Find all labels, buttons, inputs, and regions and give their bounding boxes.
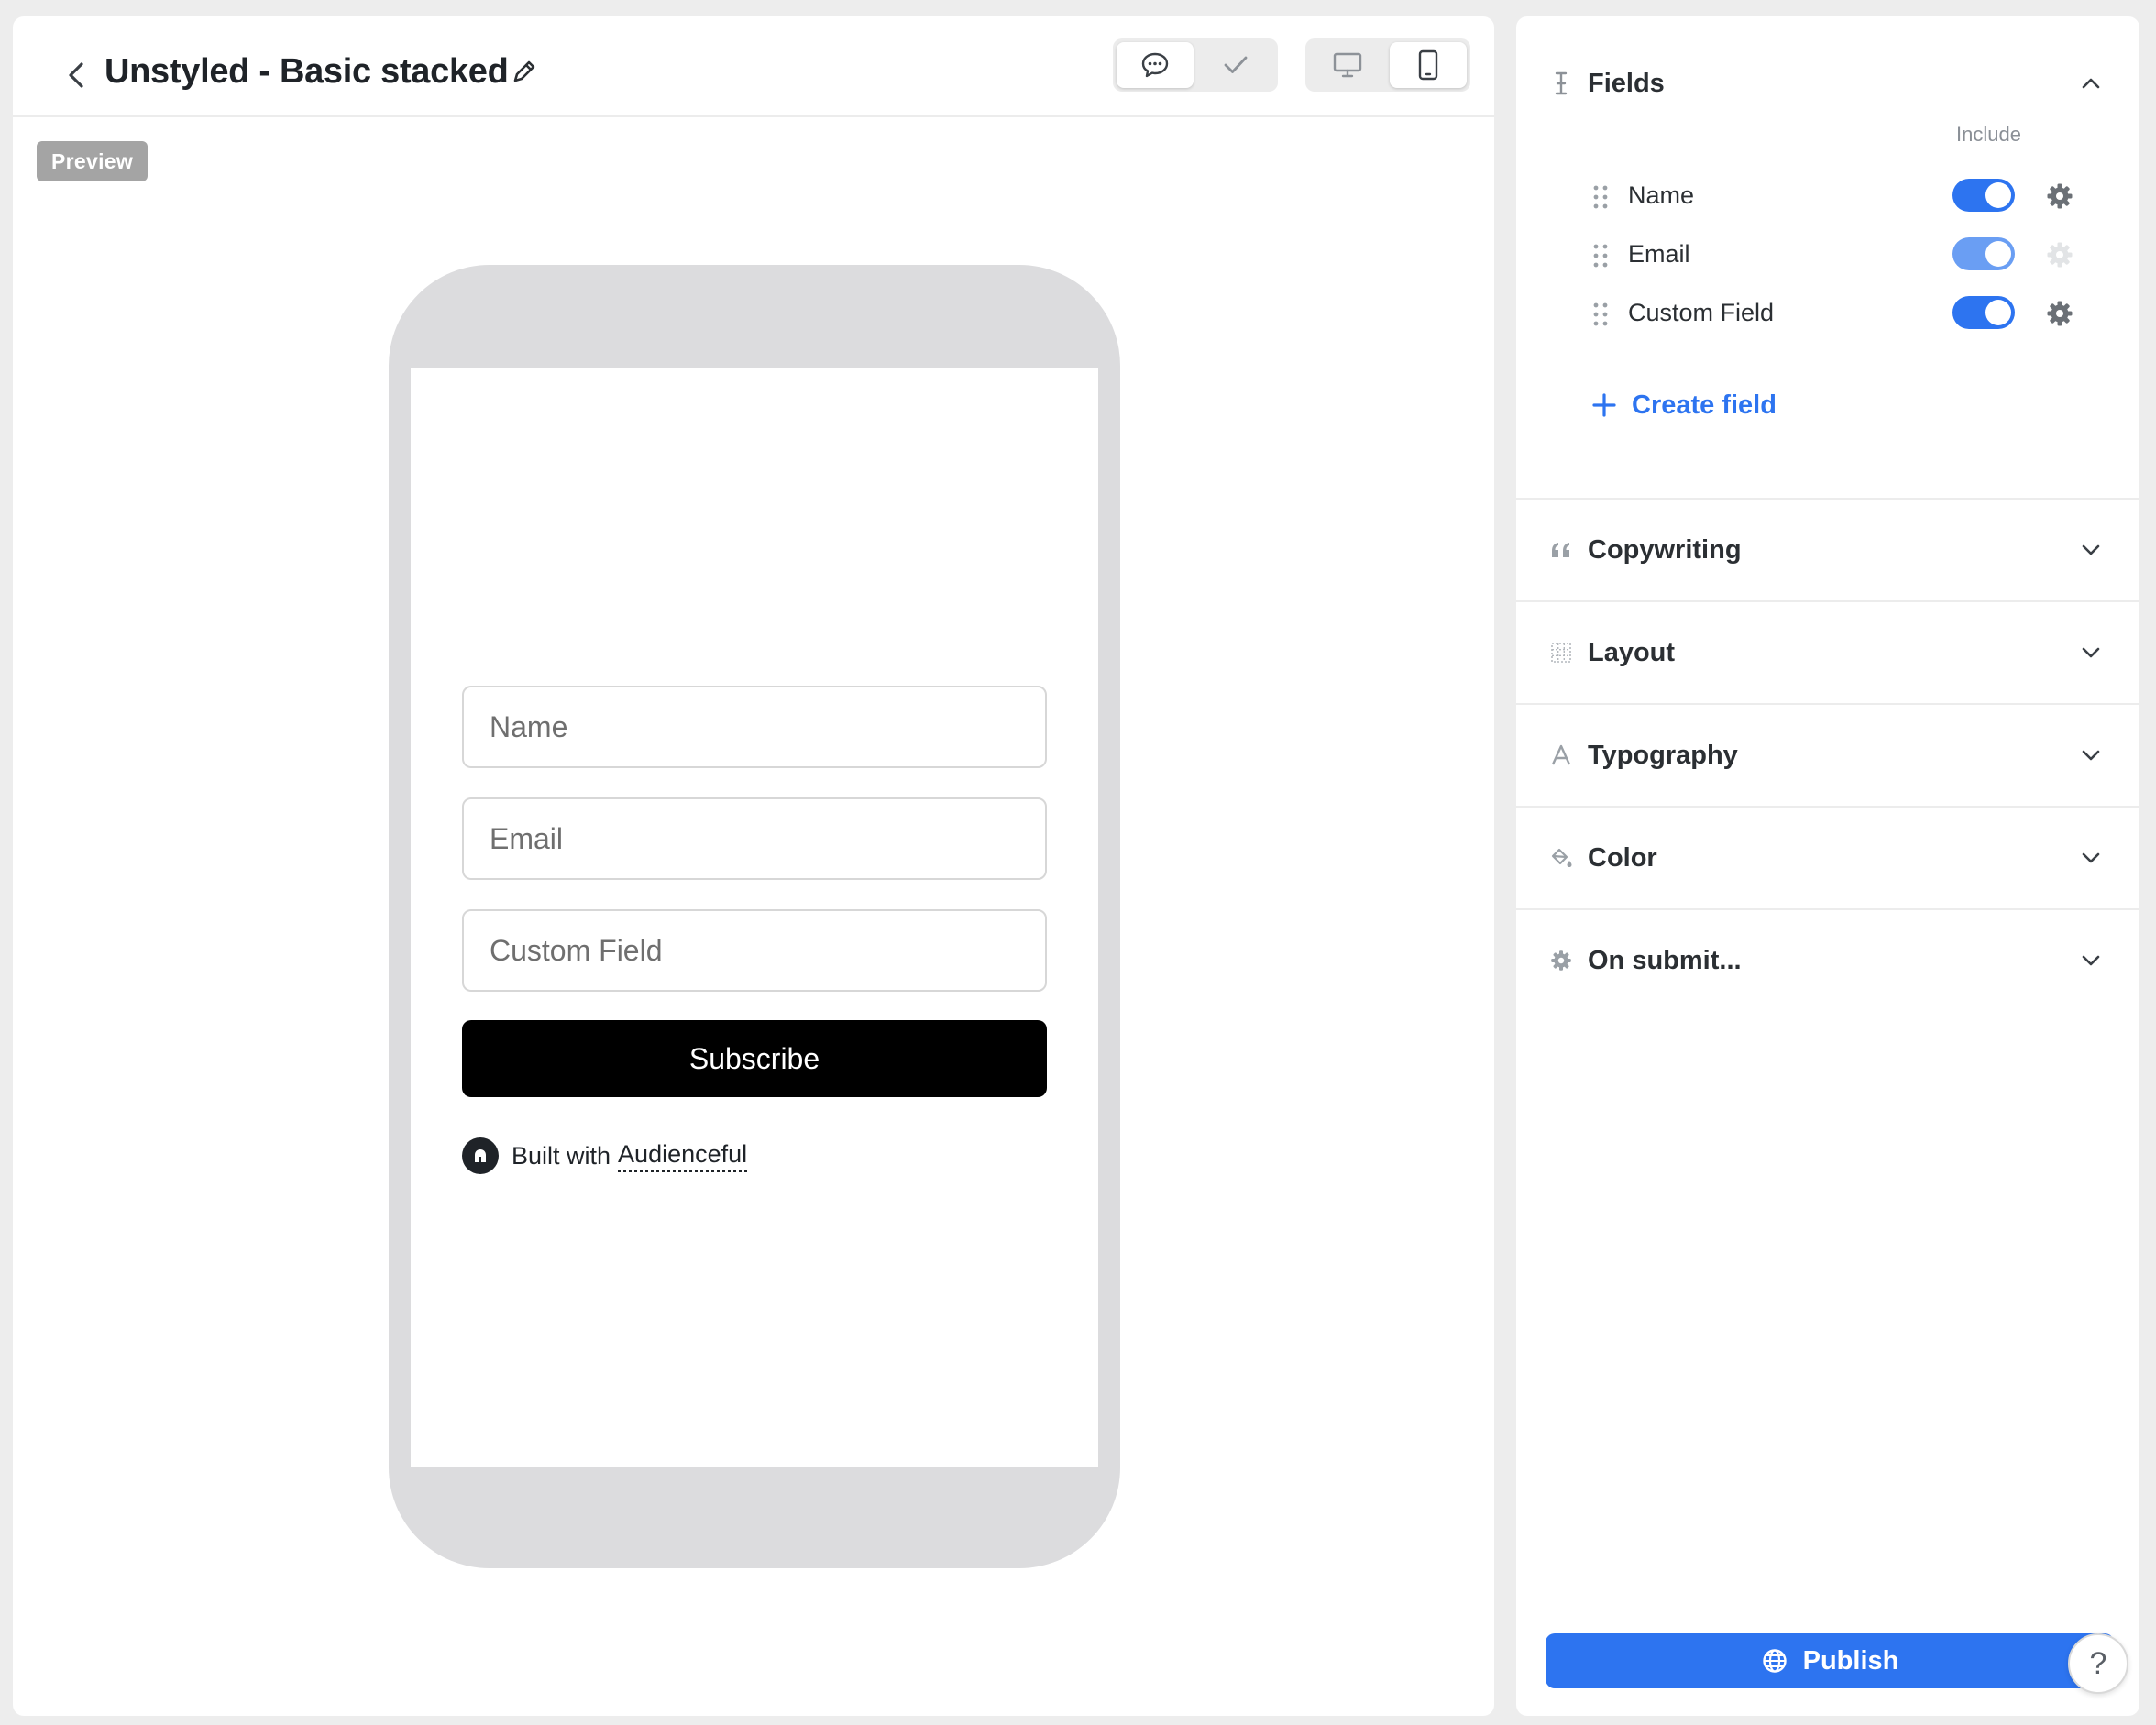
gear-icon xyxy=(1547,947,1575,974)
text-cursor-icon xyxy=(1547,70,1575,97)
audienceful-link[interactable]: Audienceful xyxy=(618,1140,748,1172)
quote-icon xyxy=(1547,536,1575,564)
device-toggle xyxy=(1305,38,1470,92)
help-button[interactable]: ? xyxy=(2068,1633,2128,1694)
form-state-success-button[interactable] xyxy=(1197,42,1274,88)
type-icon xyxy=(1547,742,1575,769)
section-color-title: Color xyxy=(1588,842,1657,873)
globe-icon xyxy=(1761,1647,1788,1675)
drag-handle-icon[interactable] xyxy=(1590,181,1612,213)
section-typography-header[interactable]: Typography xyxy=(1516,705,2140,806)
phone-screen: Name Email Custom Field Subscribe Built … xyxy=(411,368,1098,1467)
chevron-down-icon xyxy=(2077,844,2105,872)
create-field-button[interactable]: Create field xyxy=(1590,385,1776,425)
field-row-custom-field: Custom Field xyxy=(1590,291,2103,337)
mobile-view-button[interactable] xyxy=(1390,42,1467,88)
chevron-left-icon xyxy=(69,62,83,88)
plus-icon xyxy=(1590,390,1619,420)
audienceful-logo-icon xyxy=(462,1137,499,1174)
field-label: Name xyxy=(1628,181,1695,209)
subscribe-button[interactable]: Subscribe xyxy=(462,1020,1047,1097)
desktop-view-button[interactable] xyxy=(1309,42,1386,88)
branding-footer: Built with Audienceful xyxy=(462,1136,748,1176)
drag-handle-icon[interactable] xyxy=(1590,240,1612,271)
form-state-toggle xyxy=(1113,38,1278,92)
field-row-name: Name xyxy=(1590,174,2103,220)
paint-bucket-icon xyxy=(1547,844,1575,872)
publish-label: Publish xyxy=(1802,1645,1899,1676)
include-toggle-custom-field[interactable] xyxy=(1952,296,2015,329)
chevron-down-icon xyxy=(2077,742,2105,769)
pencil-icon xyxy=(513,60,535,82)
preview-custom-field-input[interactable]: Custom Field xyxy=(462,909,1047,992)
field-settings-custom-field-button[interactable] xyxy=(2044,298,2075,329)
chevron-down-icon xyxy=(2077,947,2105,974)
chat-bubble-icon xyxy=(1141,52,1169,78)
editor-topbar: Unstyled - Basic stacked xyxy=(13,16,1494,117)
section-on-submit-title: On submit... xyxy=(1588,945,1742,975)
chevron-down-icon xyxy=(2077,536,2105,564)
preview-name-input[interactable]: Name xyxy=(462,686,1047,768)
create-field-label: Create field xyxy=(1632,390,1776,420)
gear-icon xyxy=(2047,183,2073,209)
phone-frame: Name Email Custom Field Subscribe Built … xyxy=(389,265,1120,1568)
section-fields-title: Fields xyxy=(1588,68,1665,98)
desktop-icon xyxy=(1333,52,1362,78)
gear-icon xyxy=(2047,242,2073,268)
editor-panel: Unstyled - Basic stacked Preview Name Em… xyxy=(13,16,1494,1716)
back-button[interactable] xyxy=(50,48,104,103)
page-title: Unstyled - Basic stacked xyxy=(104,52,509,91)
section-typography-title: Typography xyxy=(1588,740,1738,770)
section-color-header[interactable]: Color xyxy=(1516,808,2140,908)
gear-icon xyxy=(2047,301,2073,326)
field-row-email: Email xyxy=(1590,233,2103,279)
section-layout-header[interactable]: Layout xyxy=(1516,602,2140,703)
section-copywriting-header[interactable]: Copywriting xyxy=(1516,500,2140,600)
section-copywriting-title: Copywriting xyxy=(1588,534,1742,565)
field-label: Email xyxy=(1628,240,1690,268)
check-icon xyxy=(1224,56,1248,73)
field-settings-name-button[interactable] xyxy=(2044,181,2075,212)
form-state-default-button[interactable] xyxy=(1116,42,1194,88)
include-toggle-name[interactable] xyxy=(1952,179,2015,212)
field-settings-email-button xyxy=(2044,239,2075,270)
field-label: Custom Field xyxy=(1628,299,1775,326)
grid-icon xyxy=(1547,639,1575,666)
section-on-submit-header[interactable]: On submit... xyxy=(1516,910,2140,1011)
drag-handle-icon[interactable] xyxy=(1590,299,1612,330)
include-column-label: Include xyxy=(1956,123,2021,146)
preview-badge: Preview xyxy=(37,141,148,181)
mobile-icon xyxy=(1418,49,1438,81)
edit-title-button[interactable] xyxy=(506,53,543,90)
section-fields-header[interactable]: Fields xyxy=(1516,33,2140,134)
chevron-down-icon xyxy=(2077,639,2105,666)
settings-sidebar: Fields Include Name Email Custom Field C… xyxy=(1516,16,2140,1716)
branding-prefix: Built with xyxy=(512,1141,611,1170)
publish-button[interactable]: Publish xyxy=(1546,1633,2114,1688)
include-toggle-email[interactable] xyxy=(1952,237,2015,270)
preview-email-input[interactable]: Email xyxy=(462,797,1047,880)
chevron-up-icon xyxy=(2077,70,2105,97)
section-layout-title: Layout xyxy=(1588,637,1676,667)
